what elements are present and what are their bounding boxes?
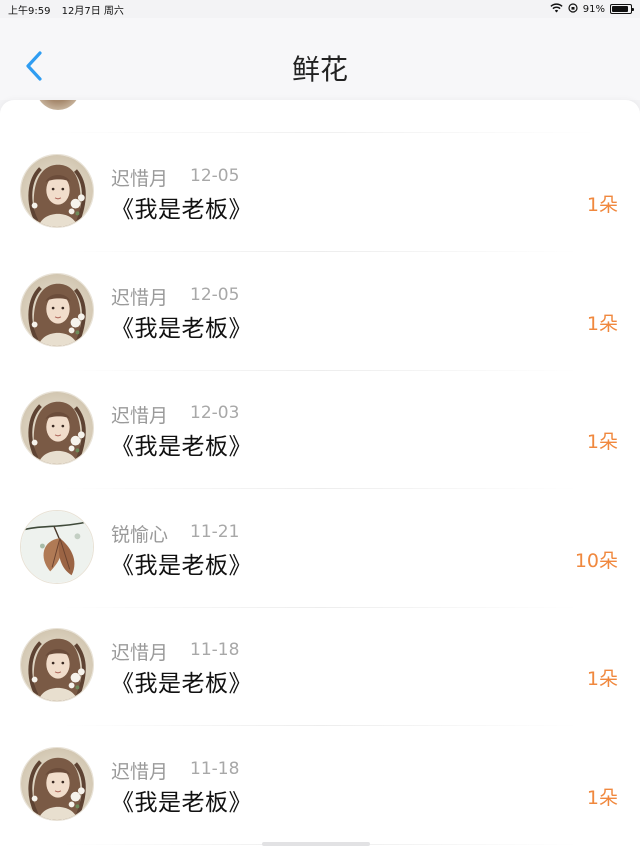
leaf-avatar[interactable] bbox=[20, 509, 94, 584]
flower-count: 1朵 bbox=[586, 431, 618, 453]
flower-list[interactable]: 迟惜月 12-05 《我是老板》 1朵 迟惜月 12-05 《我是老板》 1朵 bbox=[0, 100, 640, 853]
list-item[interactable]: 迟惜月 12-03 《我是老板》 1朵 bbox=[0, 371, 640, 489]
book-title: 《我是老板》 bbox=[111, 197, 252, 223]
list-item[interactable]: 迟惜月 12-05 《我是老板》 1朵 bbox=[0, 253, 640, 371]
status-left: 上午9:59 12月7日 周六 bbox=[8, 2, 132, 17]
gift-date: 12-05 bbox=[190, 166, 240, 186]
flower-count: 1朵 bbox=[586, 312, 618, 335]
avatar[interactable] bbox=[20, 628, 94, 702]
divider bbox=[40, 132, 600, 133]
book-title: 《我是老板》 bbox=[111, 789, 252, 816]
status-date: 12月7日 周六 bbox=[61, 5, 124, 17]
book-title: 《我是老板》 bbox=[111, 434, 252, 460]
avatar[interactable] bbox=[20, 272, 94, 347]
sender-name: 锐愉心 bbox=[111, 523, 169, 546]
book-title: 《我是老板》 bbox=[111, 315, 252, 342]
gift-date: 12-03 bbox=[190, 403, 240, 423]
sender-name: 迟惜月 bbox=[111, 760, 169, 783]
sender-name: 迟惜月 bbox=[111, 642, 169, 664]
sender-name: 迟惜月 bbox=[111, 405, 169, 427]
battery-percent: 91% bbox=[582, 3, 605, 15]
list-item[interactable]: 迟惜月 11-18 《我是老板》 1朵 bbox=[0, 608, 640, 726]
wifi-icon bbox=[550, 2, 563, 16]
sender-name: 迟惜月 bbox=[111, 168, 169, 190]
status-bar: 上午9:59 12月7日 周六 91% bbox=[0, 0, 640, 18]
nav-bar: 鲜花 bbox=[0, 18, 640, 100]
page-title: 鲜花 bbox=[291, 53, 348, 86]
gift-date: 12-05 bbox=[190, 284, 240, 305]
list-item[interactable]: 锐愉心 11-21 《我是老板》 10朵 bbox=[0, 490, 640, 608]
list-item[interactable]: 迟惜月 11-18 《我是老板》 1朵 bbox=[0, 727, 640, 845]
flower-count: 1朵 bbox=[586, 668, 618, 690]
avatar[interactable] bbox=[20, 154, 94, 228]
battery-icon bbox=[610, 4, 634, 14]
gift-date: 11-18 bbox=[190, 758, 240, 779]
status-right: 91% bbox=[550, 2, 634, 16]
battery-fill bbox=[612, 6, 629, 12]
status-time: 上午9:59 bbox=[8, 5, 51, 17]
flower-count: 1朵 bbox=[586, 194, 618, 216]
gift-date: 11-21 bbox=[190, 521, 240, 542]
avatar[interactable] bbox=[20, 746, 94, 821]
flower-count: 10朵 bbox=[574, 549, 618, 572]
list-item[interactable]: 迟惜月 12-05 《我是老板》 1朵 bbox=[0, 134, 640, 252]
sender-name: 迟惜月 bbox=[111, 286, 169, 309]
home-indicator bbox=[262, 842, 370, 846]
book-title: 《我是老板》 bbox=[111, 671, 252, 697]
book-title: 《我是老板》 bbox=[111, 552, 252, 579]
flower-count: 1朵 bbox=[586, 786, 618, 809]
avatar[interactable] bbox=[20, 391, 94, 465]
partial-avatar bbox=[36, 100, 80, 110]
gift-date: 11-18 bbox=[190, 640, 240, 660]
orientation-lock-icon bbox=[568, 2, 578, 16]
